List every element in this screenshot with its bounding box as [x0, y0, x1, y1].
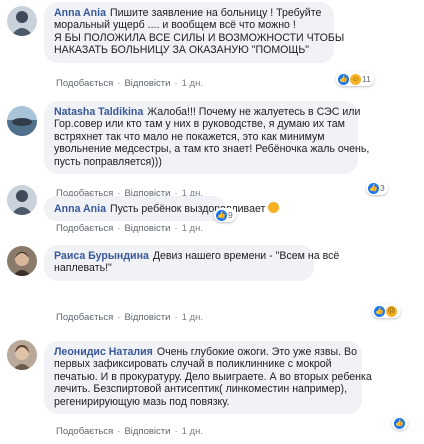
- avatar[interactable]: [7, 340, 37, 370]
- avatar[interactable]: [7, 106, 37, 136]
- comment-bubble: Anna Ania Пишите заявление на больницу ! …: [44, 2, 345, 63]
- comment-bubble: Леонидис Наталия Очень глубокие ожоги. Эт…: [44, 341, 372, 415]
- reply-button[interactable]: Відповісти: [124, 78, 170, 89]
- separator: ·: [174, 223, 178, 234]
- reaction-count: 3: [380, 183, 385, 193]
- comment-text-line: моральный ущерб .... и вообщем всё что м…: [54, 19, 296, 32]
- author-name[interactable]: Раиса Бурындина: [54, 250, 149, 262]
- avatar[interactable]: [7, 185, 37, 215]
- comment-text-line: увольнение медсестры, а там кто знает! Р…: [54, 143, 370, 156]
- comment-actions: Подобається · Відповісти · 1 дн.: [56, 78, 203, 89]
- smile-emoji-icon: [268, 202, 280, 213]
- comment-text-line: первых зафиксировать случай в поликлинни…: [54, 358, 332, 371]
- separator: ·: [174, 312, 178, 323]
- comment-actions: Подобається · Відповісти · 1 дн.: [56, 223, 203, 234]
- comment-text-line: регенирирующую мазь под повязку.: [54, 395, 230, 408]
- comment-text-line: печатью. И в прокуратуру. Дело выиграете…: [54, 370, 372, 383]
- sad-icon: ☹: [386, 305, 397, 317]
- comment-text-line: Жалоба!!! Почему не жалуетесь в СЭС или: [147, 106, 361, 118]
- reaction-summary[interactable]: 👍 9: [214, 208, 236, 222]
- reaction-count: 9: [228, 210, 233, 220]
- like-button[interactable]: Подобається: [56, 78, 113, 89]
- reaction-summary[interactable]: 👍 ☺ 11: [336, 72, 374, 86]
- reaction-count: 11: [362, 74, 371, 84]
- comment-text-line: Девиз нашего времени - "Всем на всё: [152, 250, 340, 262]
- timestamp[interactable]: 1 дн.: [182, 223, 203, 234]
- timestamp[interactable]: 1 дн.: [182, 312, 203, 323]
- comment-text-line: Пишите заявление на больницу ! Требуйте: [110, 7, 322, 19]
- reply-button[interactable]: Відповісти: [124, 223, 170, 234]
- comment-text-line: НАКАЗАТЬ БОЛЬНИЦУ ЗА ОКАЗАНУЮ "ПОМОЩЬ": [54, 44, 310, 57]
- reaction-summary[interactable]: 👍 ☹: [372, 304, 401, 318]
- separator: ·: [117, 426, 121, 437]
- like-button[interactable]: Подобається: [56, 223, 113, 234]
- separator: ·: [174, 78, 178, 89]
- reaction-summary[interactable]: 👍: [392, 416, 408, 430]
- comment-text-line: Очень глубокие ожоги. Это уже язвы. Во: [156, 346, 357, 358]
- separator: ·: [174, 426, 178, 437]
- like-icon: 👍: [338, 73, 349, 85]
- avatar[interactable]: [7, 246, 37, 276]
- separator: ·: [117, 223, 121, 234]
- author-name[interactable]: Anna Ania: [54, 203, 106, 215]
- comment-text-line: наплевать!": [54, 262, 112, 275]
- comment-text-line: Пусть ребёнок выздоравливает: [110, 203, 266, 215]
- comment-text-line: встряхнет так что мало не покажется, это…: [54, 130, 325, 143]
- separator: ·: [117, 78, 121, 89]
- comment-text-line: пусть поправляется))): [54, 155, 162, 168]
- comment-actions: Подобається · Відповісти · 1 дн.: [56, 426, 203, 437]
- like-icon: 👍: [374, 305, 385, 317]
- like-icon: 👍: [394, 417, 405, 429]
- timestamp[interactable]: 1 дн.: [182, 426, 203, 437]
- like-icon: 👍: [216, 209, 227, 221]
- comment-bubble: Раиса Бурындина Девиз нашего времени - "В…: [44, 245, 339, 281]
- author-name[interactable]: Natasha Taldikina: [54, 106, 143, 118]
- comment-bubble: Anna Ania Пусть ребёнок выздоравливает: [44, 196, 280, 222]
- comment-text-line: Я БЫ ПОЛОЖИЛА ВСЕ СИЛЫ И ВОЗМОЖНОСТИ ЧТО…: [54, 31, 345, 44]
- comment-text-line: Гор.совер или кто там у них в руководств…: [54, 118, 345, 131]
- like-icon: 👍: [368, 182, 379, 194]
- separator: ·: [117, 312, 121, 323]
- comment-bubble: Natasha Taldikina Жалоба!!! Почему не жал…: [44, 101, 370, 175]
- haha-icon: ☺: [350, 73, 361, 85]
- author-name[interactable]: Леонидис Наталия: [54, 346, 153, 358]
- comment-actions: Подобається · Відповісти · 1 дн.: [56, 312, 203, 323]
- like-button[interactable]: Подобається: [56, 312, 113, 323]
- timestamp[interactable]: 1 дн.: [182, 78, 203, 89]
- reaction-summary[interactable]: 👍 3: [366, 181, 388, 195]
- author-name[interactable]: Anna Ania: [54, 7, 106, 19]
- like-button[interactable]: Подобається: [56, 426, 113, 437]
- reply-button[interactable]: Відповісти: [124, 312, 170, 323]
- comment-text-line: лечить. Безспиртовой антисептик( линкоме…: [54, 383, 348, 396]
- avatar[interactable]: [7, 6, 37, 36]
- reply-button[interactable]: Відповісти: [124, 426, 170, 437]
